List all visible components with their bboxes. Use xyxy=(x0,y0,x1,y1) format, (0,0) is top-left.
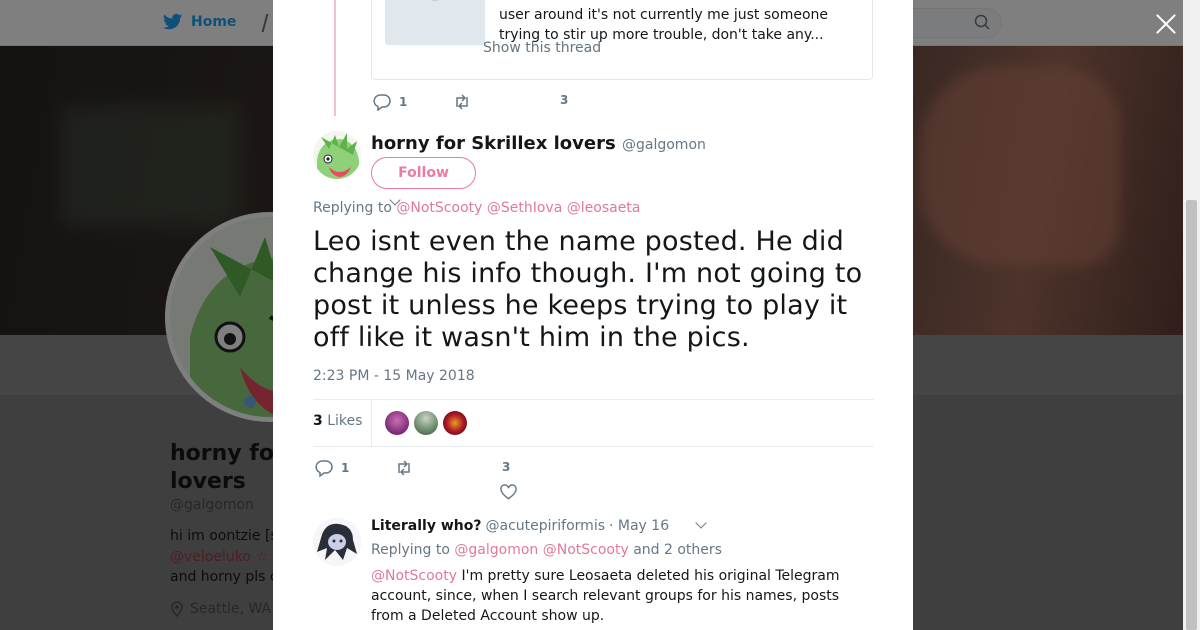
retweet-action[interactable] xyxy=(453,93,479,111)
retweet-action[interactable] xyxy=(395,459,421,477)
reply-timestamp[interactable]: · May 16 xyxy=(609,518,669,534)
likes-count: 3 xyxy=(313,413,323,429)
quoted-tweet-card[interactable]: user around it's not currently me just s… xyxy=(371,0,873,80)
tweet-modal: user around it's not currently me just s… xyxy=(273,0,913,630)
heart-icon[interactable] xyxy=(500,484,517,500)
show-thread-link[interactable]: Show this thread xyxy=(483,40,601,56)
likes-stat[interactable]: 3 Likes xyxy=(313,413,362,429)
reply-action[interactable]: 1 xyxy=(315,459,349,477)
media-placeholder-icon xyxy=(423,0,447,1)
mention-link[interactable]: @SethIova xyxy=(487,200,562,216)
mention-link[interactable]: @NotScooty xyxy=(396,200,482,216)
like-action[interactable]: 3 xyxy=(560,93,568,107)
chevron-down-icon[interactable] xyxy=(695,517,707,529)
like-count: 3 xyxy=(560,93,569,107)
reply-author-avatar[interactable] xyxy=(313,518,361,566)
mention-link[interactable]: @galgomon xyxy=(454,542,538,558)
tweet-stats-bar: 3 Likes xyxy=(313,399,874,447)
follow-button[interactable]: Follow xyxy=(371,157,476,189)
retweet-icon xyxy=(398,460,410,476)
reply-replying-to-line: Replying to @galgomon @NotScooty and 2 o… xyxy=(371,542,722,558)
likes-label: Likes xyxy=(327,413,363,429)
author-avatar-image xyxy=(313,131,361,179)
replying-to-line: Replying to @NotScooty @SethIova @leosae… xyxy=(313,200,641,216)
liker-avatar[interactable] xyxy=(443,411,467,435)
mention-link[interactable]: @leosaeta xyxy=(567,200,641,216)
like-count-action[interactable]: 3 xyxy=(502,460,510,474)
reply-count: 1 xyxy=(399,95,408,109)
scrollbar-thumb[interactable] xyxy=(1186,200,1197,630)
mention-link[interactable]: @NotScooty xyxy=(371,568,457,584)
liker-avatar[interactable] xyxy=(385,411,409,435)
retweet-icon xyxy=(456,94,468,110)
reply-icon xyxy=(315,460,333,477)
reply-icon xyxy=(373,94,391,111)
close-modal-icon[interactable] xyxy=(1154,12,1178,36)
reply-text: @NotScooty I'm pretty sure Leosaeta dele… xyxy=(371,568,840,624)
quoted-tweet-text: user around it's not currently me just s… xyxy=(499,7,828,43)
quoted-tweet-media xyxy=(385,0,485,45)
author-name[interactable]: horny for Skrillex lovers xyxy=(371,133,616,154)
reply-count: 1 xyxy=(341,461,350,475)
liker-avatar[interactable] xyxy=(414,411,438,435)
reply-header: Literally who? @acutepiriformis · May 16 xyxy=(371,518,669,534)
thread-connector-line xyxy=(334,0,336,116)
author-avatar[interactable] xyxy=(313,131,361,179)
reply-author-avatar-image xyxy=(313,518,361,566)
others-link[interactable]: and 2 others xyxy=(633,542,722,558)
reply-action[interactable]: 1 xyxy=(373,93,407,111)
author-handle[interactable]: @galgomon xyxy=(622,137,706,153)
like-count: 3 xyxy=(502,460,511,474)
tweet-text: Leo isnt even the name posted. He did ch… xyxy=(313,226,863,353)
reply-author-name[interactable]: Literally who? xyxy=(371,518,482,534)
tweet-timestamp[interactable]: 2:23 PM - 15 May 2018 xyxy=(313,368,475,384)
stats-divider xyxy=(371,400,372,446)
reply-author-handle[interactable]: @acutepiriformis xyxy=(486,518,606,534)
mention-link[interactable]: @NotScooty xyxy=(543,542,629,558)
